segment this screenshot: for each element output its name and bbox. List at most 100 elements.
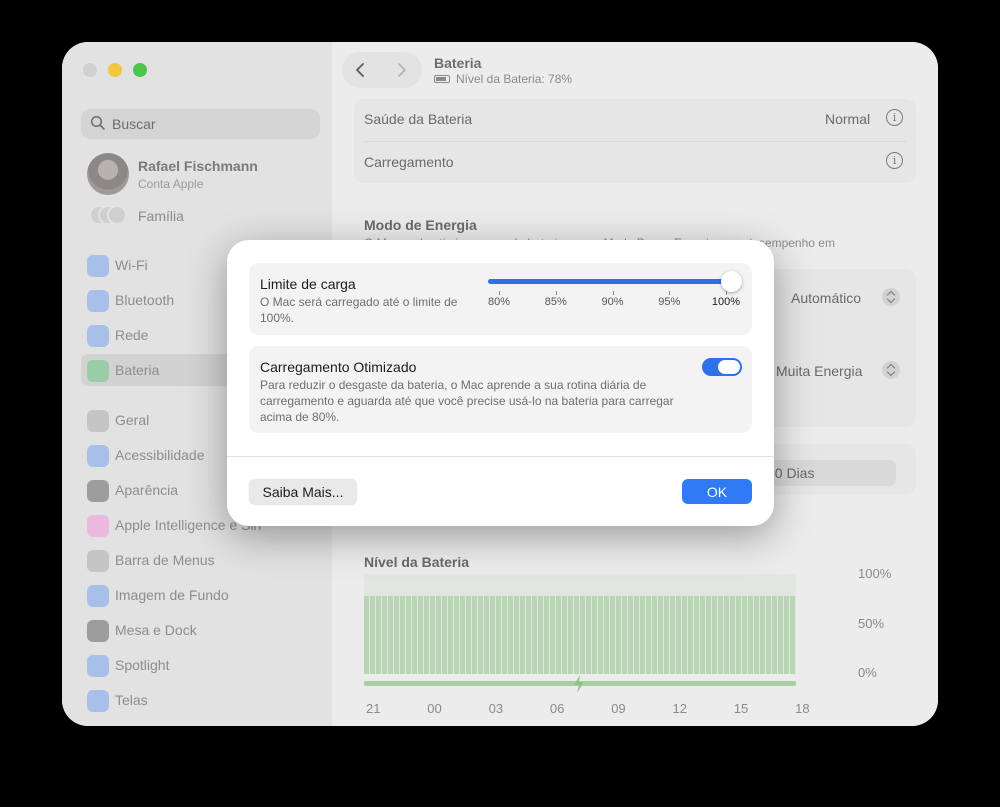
battery-level-bar xyxy=(370,596,375,674)
sidebar-item-spotlight[interactable]: Spotlight xyxy=(81,649,320,681)
charge-limit-card: Limite de carga O Mac será carregado até… xyxy=(249,263,752,335)
battery-level-bar xyxy=(466,596,471,674)
menubar-icon xyxy=(87,550,109,572)
x-axis-label: 12 xyxy=(672,701,687,716)
sidebar-item-label: Rede xyxy=(115,327,149,343)
y-label-50: 50% xyxy=(858,616,885,631)
battery-level-bar xyxy=(526,596,531,674)
battery-level-bar xyxy=(592,596,597,674)
slider-tick xyxy=(726,291,727,295)
bluetooth-icon xyxy=(87,290,109,312)
battery-icon xyxy=(434,75,450,83)
sidebar-item-telas[interactable]: Telas xyxy=(81,684,320,716)
battery-level-bar xyxy=(556,596,561,674)
battery-level-bar xyxy=(682,596,687,674)
bolt-icon xyxy=(574,675,584,693)
sidebar-item-label: Telas xyxy=(115,692,148,708)
sidebar-item-mesa-e-dock[interactable]: Mesa e Dock xyxy=(81,614,320,646)
y-label-100: 100% xyxy=(858,566,892,581)
slider-tick xyxy=(555,291,557,295)
health-info-icon[interactable]: i xyxy=(886,109,903,126)
maximize-window-button[interactable] xyxy=(133,63,147,77)
x-axis-label: 21 xyxy=(366,701,381,716)
battery-level-bar xyxy=(544,596,549,674)
battery-level-bar xyxy=(610,596,615,674)
battery-level-bar xyxy=(514,596,519,674)
profile-name: Rafael Fischmann xyxy=(138,158,258,174)
optimized-charging-toggle[interactable] xyxy=(702,358,742,376)
wallpaper-icon xyxy=(87,585,109,607)
back-chevron-icon[interactable] xyxy=(348,55,374,85)
charging-info-icon[interactable]: i xyxy=(886,152,903,169)
battery-level-bar xyxy=(748,596,753,674)
battery-level-bar xyxy=(706,596,711,674)
battery-level-bar xyxy=(376,596,381,674)
close-window-button[interactable] xyxy=(83,63,97,77)
charging-label: Carregamento xyxy=(364,154,454,170)
battery-level-bar xyxy=(604,596,609,674)
battery-level-bar xyxy=(472,596,477,674)
battery-level-bar xyxy=(550,596,555,674)
sidebar-item-label: Mesa e Dock xyxy=(115,622,197,638)
energy-stepper-power[interactable] xyxy=(882,361,900,379)
battery-level-bar xyxy=(760,596,765,674)
battery-level-bar xyxy=(364,596,369,674)
energy-stepper-battery[interactable] xyxy=(882,288,900,306)
x-axis-label: 18 xyxy=(795,701,810,716)
battery-level-bar xyxy=(388,596,393,674)
battery-level-bar xyxy=(640,596,645,674)
slider-tick xyxy=(669,291,671,295)
battery-level-bar xyxy=(508,596,513,674)
siri-icon xyxy=(87,515,109,537)
battery-level-bar xyxy=(658,596,663,674)
minimize-window-button[interactable] xyxy=(108,63,122,77)
charge-limit-slider-thumb[interactable] xyxy=(721,271,742,292)
sidebar-item-barra-de-menus[interactable]: Barra de Menus xyxy=(81,544,320,576)
charge-limit-dialog: Limite de carga O Mac será carregado até… xyxy=(227,240,774,526)
learn-more-button[interactable]: Saiba Mais... xyxy=(249,479,357,504)
sidebar-item-label: Bateria xyxy=(115,362,160,378)
battery-level-bar xyxy=(430,596,435,674)
battery-level-bar xyxy=(394,596,399,674)
ok-button[interactable]: OK xyxy=(682,479,752,504)
energy-mode-title: Modo de Energia xyxy=(364,217,477,233)
battery-level-bar xyxy=(562,596,567,674)
battery-level-bar xyxy=(454,596,459,674)
battery-level-bar xyxy=(664,596,669,674)
search-placeholder: Buscar xyxy=(112,116,156,132)
sidebar-item-label: Geral xyxy=(115,412,150,428)
battery-level-bar xyxy=(652,596,657,674)
sidebar-item-imagem-de-fundo[interactable]: Imagem de Fundo xyxy=(81,579,320,611)
slider-tick xyxy=(499,291,500,295)
x-axis-label: 15 xyxy=(733,701,749,716)
battery-level-bar xyxy=(442,596,447,674)
battery-level-bar xyxy=(766,596,771,674)
slider-tick-label: 95% xyxy=(658,296,681,308)
slider-tick xyxy=(612,291,614,295)
battery-level-bar xyxy=(436,596,441,674)
forward-chevron-icon[interactable] xyxy=(388,55,414,85)
battery-health-card: Saúde da Bateria Normal i Carregamento i xyxy=(354,99,916,183)
charge-limit-desc: O Mac será carregado até o limite de 100… xyxy=(260,295,458,325)
battery-level-bar xyxy=(700,596,705,674)
battery-level-bar xyxy=(484,596,489,674)
optimized-charging-desc: Para reduzir o desgaste da bateria, o Ma… xyxy=(260,378,674,424)
energy-value-power: Muita Energia xyxy=(776,363,863,379)
sidebar-item-label: Acessibilidade xyxy=(115,447,205,463)
display-icon xyxy=(87,690,109,712)
battery-level-bar xyxy=(496,596,501,674)
wifi-icon xyxy=(87,255,109,277)
spotlight-icon xyxy=(87,655,109,677)
gear-icon xyxy=(87,410,109,432)
battery-icon xyxy=(87,360,109,382)
family-label: Família xyxy=(138,208,184,224)
battery-level-bar xyxy=(790,596,795,674)
search-input[interactable]: Buscar xyxy=(81,109,320,139)
divider xyxy=(364,141,906,142)
battery-level-bar xyxy=(742,596,747,674)
profile-subtitle: Conta Apple xyxy=(138,177,204,191)
page-title: Bateria xyxy=(434,55,482,71)
charge-limit-slider-track[interactable] xyxy=(488,279,742,284)
health-label: Saúde da Bateria xyxy=(364,111,473,127)
battery-level-bar xyxy=(622,596,627,674)
